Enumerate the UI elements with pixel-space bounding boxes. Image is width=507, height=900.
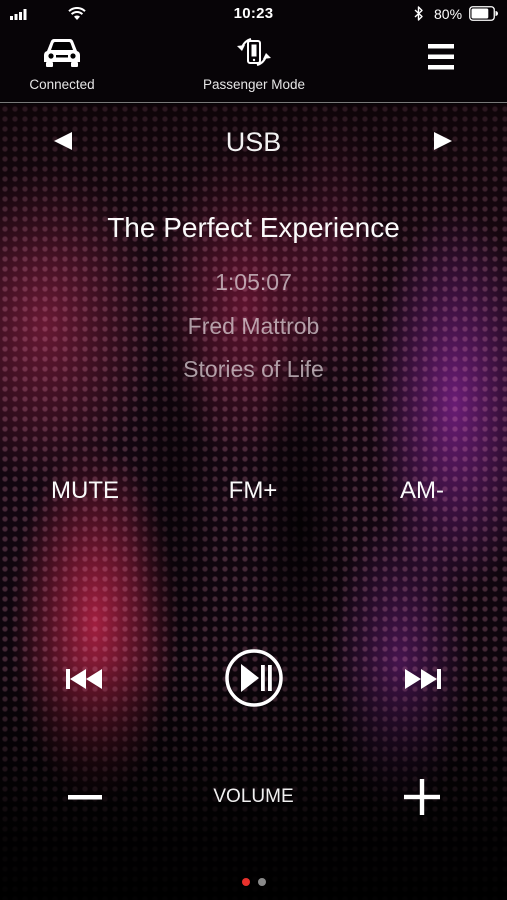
page-dot[interactable] — [241, 878, 250, 886]
am-minus-button[interactable]: AM- — [367, 477, 477, 505]
connected-label: Connected — [29, 77, 95, 92]
skip-previous-icon[interactable] — [64, 666, 106, 692]
track-artist: Fred Mattrob — [187, 313, 320, 339]
source-name: USB — [225, 127, 282, 157]
battery-icon — [469, 6, 498, 21]
track-title: The Perfect Experience — [107, 212, 400, 243]
status-bar: 10:23 80% — [0, 0, 507, 28]
mute-button[interactable]: MUTE — [30, 477, 140, 505]
battery-percent: 80% — [434, 6, 463, 22]
fm-plus-button[interactable]: FM+ — [198, 477, 308, 505]
plus-icon[interactable] — [403, 778, 441, 816]
hamburger-menu-icon[interactable] — [425, 42, 457, 72]
skip-next-icon[interactable] — [401, 666, 443, 692]
top-nav: Connected Passenger Mode — [0, 28, 507, 102]
triangle-right-icon[interactable] — [432, 130, 454, 152]
connected-button[interactable]: Connected — [18, 36, 106, 92]
phone-rotate-icon — [237, 37, 271, 67]
track-time: 1:05:07 — [215, 269, 292, 295]
passenger-mode-label: Passenger Mode — [202, 77, 306, 92]
page-dot[interactable] — [257, 878, 266, 886]
play-pause-icon[interactable] — [224, 648, 284, 708]
bluetooth-icon — [414, 6, 423, 21]
passenger-mode-button[interactable]: Passenger Mode — [190, 36, 318, 92]
nav-divider — [0, 102, 507, 103]
car-icon — [44, 39, 80, 67]
page-indicator — [0, 873, 507, 891]
track-album: Stories of Life — [183, 356, 324, 382]
status-time: 10:23 — [233, 5, 274, 22]
